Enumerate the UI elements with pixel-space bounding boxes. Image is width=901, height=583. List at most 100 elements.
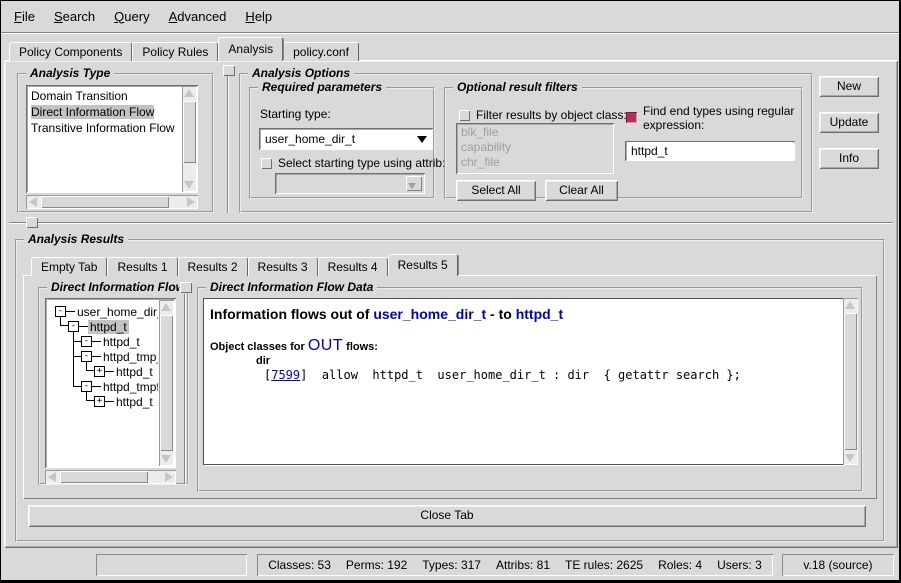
scroll-up-icon[interactable] bbox=[184, 89, 194, 97]
flow-tree-group: Direct Information Flow Tree -user_home_… bbox=[38, 287, 189, 485]
tab-results-1[interactable]: Results 1 bbox=[107, 257, 177, 276]
scroll-down-icon[interactable] bbox=[845, 454, 855, 462]
tab-policy-rules[interactable]: Policy Rules bbox=[132, 42, 218, 61]
scroll-left-icon[interactable] bbox=[48, 472, 56, 482]
tree-node-label[interactable]: user_home_dir_t bbox=[75, 305, 158, 319]
horizontal-sash-line[interactable] bbox=[9, 222, 893, 224]
collapse-icon[interactable]: - bbox=[55, 306, 66, 317]
chevron-button bbox=[406, 176, 422, 191]
tab-empty[interactable]: Empty Tab bbox=[31, 257, 107, 276]
tree-connector bbox=[73, 331, 74, 386]
scroll-down-icon[interactable] bbox=[184, 181, 194, 189]
filter-by-class-label[interactable]: Filter results by object class: bbox=[476, 108, 627, 122]
tree-node[interactable]: -user_home_dir_t bbox=[55, 304, 158, 319]
flow-data-textarea[interactable]: Information flows out of user_home_dir_t… bbox=[203, 298, 844, 465]
menu-search[interactable]: Search bbox=[54, 9, 95, 24]
menu-query[interactable]: Query bbox=[114, 9, 149, 24]
pane-sash-line[interactable] bbox=[227, 76, 229, 213]
update-button[interactable]: Update bbox=[819, 112, 879, 133]
chevron-down-icon[interactable] bbox=[417, 136, 427, 143]
menu-help[interactable]: Help bbox=[245, 9, 272, 24]
scroll-up-icon[interactable] bbox=[161, 303, 171, 311]
flow-tree-vscrollbar[interactable] bbox=[159, 300, 174, 466]
tree-node[interactable]: + httpd_t bbox=[94, 364, 155, 379]
collapse-icon[interactable]: - bbox=[81, 351, 92, 362]
results-sash-handle[interactable] bbox=[180, 282, 192, 293]
scroll-up-icon[interactable] bbox=[845, 301, 855, 309]
tree-node-label[interactable]: httpd_t bbox=[101, 335, 142, 349]
tree-node-label[interactable]: httpd_t bbox=[114, 395, 155, 409]
filter-by-class-checkbox[interactable] bbox=[459, 110, 470, 121]
analysis-type-vscrollbar[interactable] bbox=[182, 86, 197, 192]
chevron-down-icon bbox=[408, 183, 416, 189]
tree-node-label[interactable]: httpd_tmp_t bbox=[101, 350, 158, 364]
rule-number-link[interactable]: 7599 bbox=[271, 368, 300, 382]
new-button[interactable]: New bbox=[819, 76, 879, 97]
horizontal-sash-handle[interactable] bbox=[26, 217, 38, 228]
status-message-box bbox=[96, 554, 247, 576]
te-rule-line: [7599] allow httpd_t user_home_dir_t : d… bbox=[264, 368, 741, 382]
scrollbar-thumb[interactable] bbox=[60, 471, 148, 483]
tab-policy-components[interactable]: Policy Components bbox=[9, 42, 132, 61]
required-parameters-group: Required parameters Starting type: user_… bbox=[249, 87, 435, 199]
regex-checkbox[interactable] bbox=[626, 112, 637, 123]
attrib-checkbox-label[interactable]: Select starting type using attrib: bbox=[278, 156, 445, 170]
analysis-type-hscrollbar[interactable] bbox=[26, 195, 198, 209]
scrollbar-thumb[interactable] bbox=[183, 101, 196, 163]
analysis-type-listbox[interactable]: Domain Transition Direct Information Flo… bbox=[26, 85, 198, 193]
tab-policy-conf[interactable]: policy.conf bbox=[283, 42, 359, 61]
tab-results-3[interactable]: Results 3 bbox=[248, 257, 318, 276]
list-item: blk_file bbox=[458, 125, 511, 140]
regex-input[interactable]: httpd_t bbox=[625, 141, 795, 161]
expand-icon[interactable]: + bbox=[94, 366, 105, 377]
list-item[interactable]: Direct Information Flow bbox=[28, 104, 181, 120]
attrib-checkbox[interactable] bbox=[261, 158, 272, 169]
scroll-left-icon[interactable] bbox=[29, 197, 37, 207]
scroll-right-icon[interactable] bbox=[165, 472, 173, 482]
analysis-options-group: Analysis Options Required parameters Sta… bbox=[239, 73, 813, 213]
list-item[interactable]: Transitive Information Flow bbox=[28, 120, 181, 136]
scroll-down-icon[interactable] bbox=[161, 455, 171, 463]
collapse-icon[interactable]: - bbox=[81, 336, 92, 347]
collapse-icon[interactable]: - bbox=[68, 321, 79, 332]
analysis-results-group: Analysis Results Empty Tab Results 1 Res… bbox=[15, 239, 885, 542]
tree-node[interactable]: -httpd_t bbox=[68, 319, 129, 334]
starting-type-combobox[interactable]: user_home_dir_t bbox=[259, 128, 433, 150]
flow-data-vscrollbar[interactable] bbox=[843, 298, 858, 465]
tree-node-label[interactable]: httpd_t bbox=[88, 320, 129, 334]
policy-version-box: v.18 (source) bbox=[782, 554, 894, 576]
menu-file[interactable]: File bbox=[14, 9, 35, 24]
tab-results-5[interactable]: Results 5 bbox=[388, 254, 458, 276]
list-item[interactable]: Domain Transition bbox=[28, 88, 181, 104]
pane-sash-handle[interactable] bbox=[223, 65, 235, 76]
tree-node[interactable]: -httpd_tmpfs_t bbox=[81, 379, 158, 394]
collapse-icon[interactable]: - bbox=[81, 381, 92, 392]
info-button[interactable]: Info bbox=[819, 148, 879, 169]
tab-analysis[interactable]: Analysis bbox=[218, 37, 283, 61]
tree-node[interactable]: -httpd_tmp_t bbox=[81, 349, 158, 364]
menu-advanced[interactable]: Advanced bbox=[169, 9, 227, 24]
expand-icon[interactable]: + bbox=[94, 396, 105, 407]
tab-results-4[interactable]: Results 4 bbox=[318, 257, 388, 276]
flow-tree[interactable]: -user_home_dir_t -httpd_t -httpd_t -http… bbox=[47, 300, 158, 466]
tab-results-2[interactable]: Results 2 bbox=[178, 257, 248, 276]
list-item: chr_file bbox=[458, 155, 511, 170]
flow-tree-hscrollbar[interactable] bbox=[45, 470, 176, 484]
tree-node[interactable]: -httpd_t bbox=[81, 334, 142, 349]
regex-checkbox-label[interactable]: Find end types using regular expression: bbox=[643, 104, 815, 132]
clear-all-button[interactable]: Clear All bbox=[545, 180, 618, 201]
analysis-results-title: Analysis Results bbox=[24, 232, 128, 246]
scrollbar-thumb[interactable] bbox=[844, 313, 857, 450]
stat-classes: Classes: 53 bbox=[268, 558, 331, 572]
regex-input-value: httpd_t bbox=[627, 142, 793, 160]
tree-node-label[interactable]: httpd_t bbox=[114, 365, 155, 379]
source-type: user_home_dir_t bbox=[373, 306, 486, 322]
select-all-button[interactable]: Select All bbox=[456, 180, 536, 201]
tree-node-label[interactable]: httpd_tmpfs_t bbox=[101, 380, 158, 394]
tree-node[interactable]: + httpd_t bbox=[94, 394, 155, 409]
results-sash-line[interactable] bbox=[184, 294, 186, 484]
scrollbar-thumb[interactable] bbox=[41, 196, 169, 208]
close-tab-button[interactable]: Close Tab bbox=[28, 505, 866, 527]
scroll-right-icon[interactable] bbox=[187, 197, 195, 207]
scrollbar-thumb[interactable] bbox=[160, 315, 173, 451]
